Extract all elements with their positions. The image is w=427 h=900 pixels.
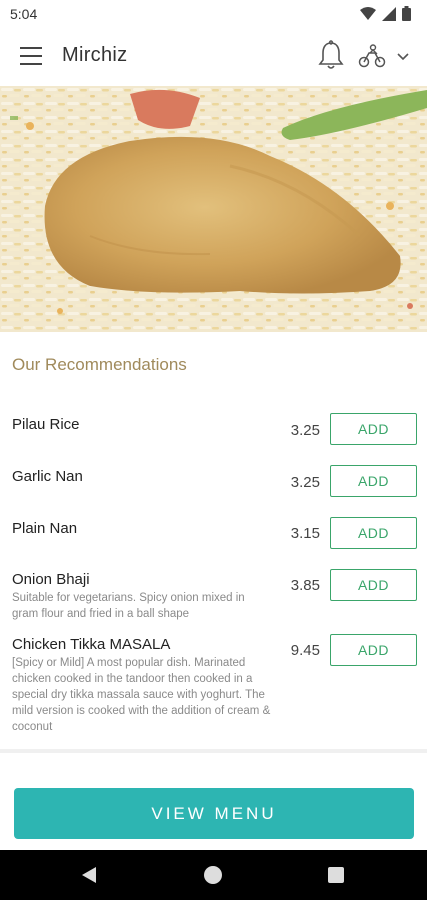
- system-nav-bar: [0, 850, 427, 900]
- item-price: 3.15: [290, 525, 320, 542]
- battery-icon: [402, 6, 411, 21]
- item-description: [Spicy or Mild] A most popular dish. Mar…: [12, 657, 271, 733]
- signal-icon: [382, 6, 396, 21]
- add-button[interactable]: ADD: [330, 517, 417, 549]
- item-name: Onion Bhaji: [12, 571, 90, 588]
- add-button[interactable]: ADD: [330, 569, 417, 601]
- view-menu-button[interactable]: VIEW MENU: [14, 788, 414, 839]
- hero-food-image: [0, 86, 427, 332]
- item-price: 3.25: [290, 474, 320, 491]
- item-description: Suitable for vegetarians. Spicy onion mi…: [12, 592, 245, 620]
- item-price: 9.45: [290, 642, 320, 659]
- item-name: Garlic Nan: [12, 468, 83, 485]
- section-title: Our Recommendations: [12, 355, 187, 374]
- chevron-down-icon[interactable]: [396, 50, 410, 64]
- status-bar: 5:04: [0, 0, 427, 28]
- app-bar: Mirchiz: [0, 28, 427, 86]
- app-title: Mirchiz: [62, 44, 128, 66]
- status-icons: [360, 6, 411, 21]
- add-button[interactable]: ADD: [330, 413, 417, 445]
- item-name: Plain Nan: [12, 520, 78, 537]
- wifi-icon: [360, 6, 376, 20]
- delivery-rider-icon[interactable]: [358, 44, 386, 68]
- item-name: Chicken Tikka MASALA: [12, 636, 171, 653]
- item-price: 3.25: [290, 422, 320, 439]
- recent-apps-icon[interactable]: [328, 867, 344, 883]
- item-price: 3.85: [290, 577, 320, 594]
- item-name: Pilau Rice: [12, 416, 80, 433]
- add-button[interactable]: ADD: [330, 634, 417, 666]
- divider: [0, 749, 427, 753]
- status-time: 5:04: [10, 6, 38, 22]
- back-icon[interactable]: [80, 866, 98, 884]
- bell-icon[interactable]: [318, 40, 344, 70]
- home-icon[interactable]: [204, 866, 222, 884]
- add-button[interactable]: ADD: [330, 465, 417, 497]
- menu-icon[interactable]: [20, 47, 42, 65]
